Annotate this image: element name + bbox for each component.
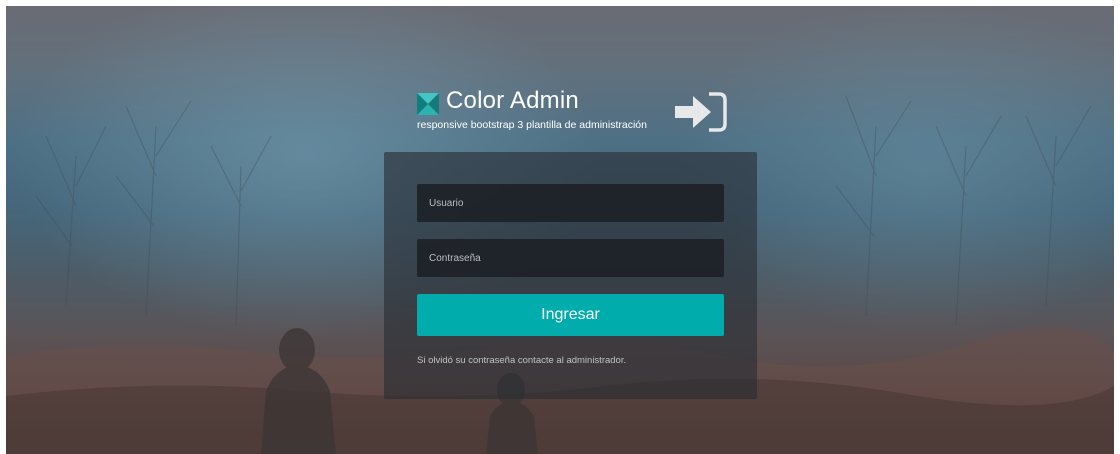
login-button[interactable]: Ingresar xyxy=(417,294,724,336)
forgot-password-hint: Si olvidó su contraseña contacte al admi… xyxy=(417,355,627,366)
brand-title: Color Admin xyxy=(446,87,579,114)
color-admin-logo-icon xyxy=(417,93,439,115)
login-page: Color Admin responsive bootstrap 3 plant… xyxy=(6,6,1114,454)
password-input[interactable] xyxy=(417,239,724,277)
brand-subtitle: responsive bootstrap 3 plantilla de admi… xyxy=(417,119,647,131)
login-panel: Ingresar Si olvidó su contraseña contact… xyxy=(384,152,757,399)
sign-in-icon xyxy=(675,92,727,132)
username-input[interactable] xyxy=(417,184,724,222)
